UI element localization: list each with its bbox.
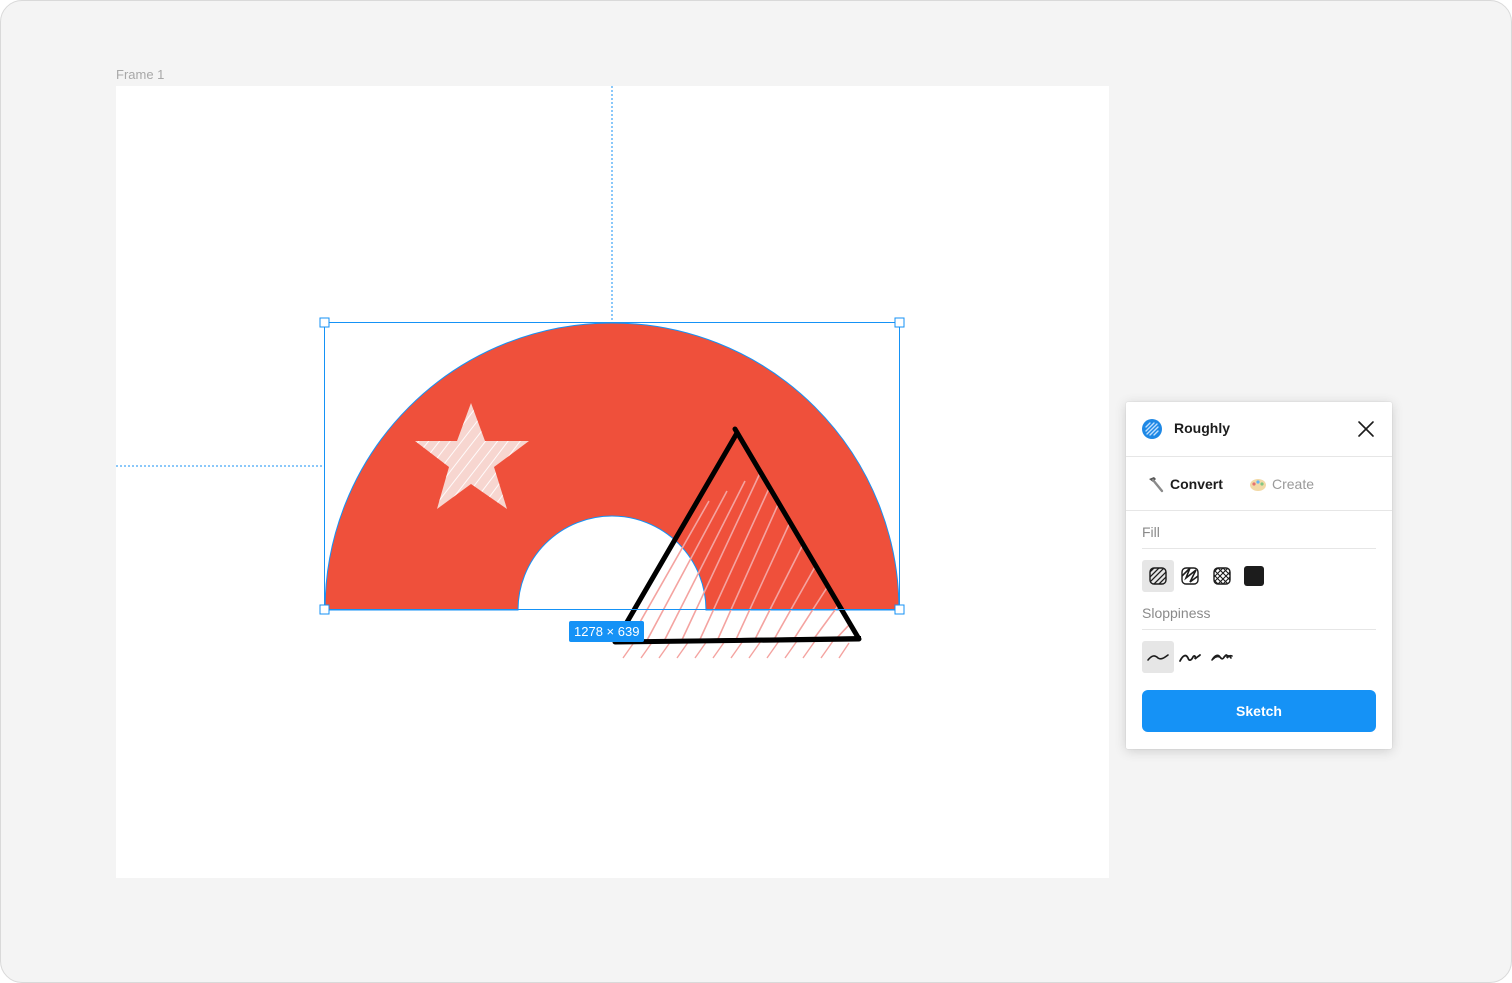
- palette-icon: [1250, 479, 1266, 491]
- app-window: Frame 1 1278 × 639 Roughly Convert Creat…: [0, 0, 1512, 983]
- resize-handle-bottom-right[interactable]: [894, 604, 905, 615]
- half-ring-shape[interactable]: [324, 322, 900, 611]
- tab-convert[interactable]: Convert: [1146, 474, 1223, 494]
- resize-handle-bottom-left[interactable]: [319, 604, 330, 615]
- tab-create-label: Create: [1272, 476, 1315, 492]
- zigzag-fill-icon[interactable]: [1174, 560, 1206, 592]
- close-icon[interactable]: [1355, 418, 1377, 440]
- hachure-fill-icon[interactable]: [1142, 560, 1174, 592]
- plugin-tabs: Convert Create: [1126, 457, 1392, 511]
- resize-handle-top-right[interactable]: [894, 317, 905, 328]
- roughly-plugin-panel: Roughly Convert Create Fill Sloppiness S…: [1126, 402, 1392, 749]
- solid-fill-icon[interactable]: [1238, 560, 1270, 592]
- resize-handle-top-left[interactable]: [319, 317, 330, 328]
- low-sloppiness-icon[interactable]: [1142, 641, 1174, 673]
- tab-create[interactable]: Create: [1248, 474, 1314, 494]
- fill-divider: [1142, 548, 1376, 549]
- sloppiness-label: Sloppiness: [1142, 605, 1211, 621]
- cross-hatch-fill-icon[interactable]: [1206, 560, 1238, 592]
- sloppiness-divider: [1142, 629, 1376, 630]
- roughly-logo-icon: [1142, 419, 1162, 439]
- tab-convert-label: Convert: [1170, 476, 1223, 492]
- high-sloppiness-icon[interactable]: [1206, 641, 1238, 673]
- fill-label: Fill: [1142, 524, 1160, 540]
- sketch-button[interactable]: Sketch: [1142, 690, 1376, 732]
- selection-dimensions-badge: 1278 × 639: [569, 621, 645, 642]
- medium-sloppiness-icon[interactable]: [1174, 641, 1206, 673]
- plugin-title: Roughly: [1174, 420, 1230, 436]
- hammer-icon: [1149, 477, 1164, 493]
- plugin-header: Roughly: [1126, 402, 1392, 457]
